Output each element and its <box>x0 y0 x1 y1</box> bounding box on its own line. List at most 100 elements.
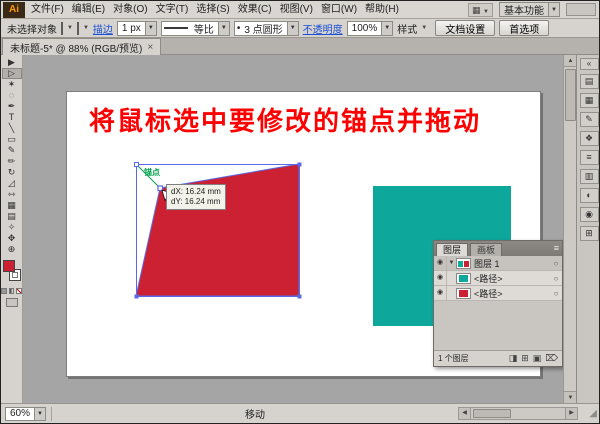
menu-item[interactable]: 帮助(H) <box>361 1 403 18</box>
stroke-panel-link[interactable]: 描边 <box>93 21 113 36</box>
lasso-tool[interactable]: ◌ <box>2 90 22 101</box>
canvas-area[interactable]: 将鼠标选中要修改的锚点并拖动 锚点 dX: 16.24 mm dY: 16.24… <box>23 55 563 403</box>
rectangle-tool[interactable]: ▭ <box>2 134 22 145</box>
appearance-panel-icon[interactable]: ◉ <box>579 207 599 222</box>
none-mode-icon[interactable] <box>16 288 23 294</box>
workspace-switcher[interactable]: 基本功能 ▼ <box>499 2 560 17</box>
fill-color-swatch[interactable] <box>61 21 63 35</box>
scale-tool[interactable]: ◿ <box>2 178 22 189</box>
tab-artboards[interactable]: 画板 <box>470 243 503 256</box>
expand-arrow-icon[interactable]: ▼ <box>447 260 456 266</box>
chevron-down-icon[interactable]: ▼ <box>67 25 73 31</box>
panel-menu-icon[interactable]: ≡ <box>554 241 559 256</box>
opacity-panel-link[interactable]: 不透明度 <box>303 21 343 36</box>
visibility-eye-icon[interactable]: ◉ <box>434 256 447 270</box>
scroll-right-icon[interactable]: ▶ <box>565 408 577 419</box>
menu-bar-corner-box[interactable] <box>566 3 596 16</box>
anchor-point[interactable] <box>297 162 302 167</box>
delete-layer-icon[interactable]: ⌦ <box>545 353 558 364</box>
target-circle-icon[interactable]: ○ <box>550 274 562 283</box>
visibility-eye-icon[interactable]: ◉ <box>434 271 447 285</box>
chevron-down-icon[interactable]: ▼ <box>83 25 89 31</box>
tab-layers[interactable]: 图层 <box>436 243 469 256</box>
horizontal-scrollbar-thumb[interactable] <box>473 409 511 418</box>
layer-row[interactable]: ◉ <路径> ○ <box>434 286 562 301</box>
gradient-tool[interactable]: ▤ <box>2 211 22 222</box>
status-bar: 60% ▼ 移动 ◀ ▶ ◢ <box>1 403 599 423</box>
color-panel-icon[interactable]: ▤ <box>579 74 599 89</box>
chevron-down-icon[interactable]: ▼ <box>421 25 427 31</box>
layer-name[interactable]: <路径> <box>474 272 550 285</box>
new-sublayer-icon[interactable]: ⊞ <box>521 353 529 364</box>
zoom-tool[interactable]: ⊕ <box>2 244 22 255</box>
horizontal-scrollbar[interactable]: ◀ ▶ <box>458 407 578 420</box>
rotate-tool[interactable]: ↻ <box>2 167 22 178</box>
scroll-left-icon[interactable]: ◀ <box>459 408 471 419</box>
dock-expand-icon[interactable]: « <box>579 58 599 70</box>
pen-tool[interactable]: ✒ <box>2 101 22 112</box>
menu-item[interactable]: 编辑(E) <box>68 1 109 18</box>
menu-item[interactable]: 选择(S) <box>192 1 233 18</box>
layers-panel-titlebar[interactable]: 图层 画板 ≡ <box>434 241 562 256</box>
stroke-panel-icon[interactable]: ≡ <box>579 150 599 165</box>
stroke-color-swatch[interactable] <box>76 21 79 35</box>
opacity-combo[interactable]: 100% ▼ <box>346 20 394 36</box>
layer-name[interactable]: 图层 1 <box>474 257 550 270</box>
layer-name[interactable]: <路径> <box>474 287 550 300</box>
new-layer-icon[interactable]: ▣ <box>533 353 542 364</box>
preferences-button[interactable]: 首选项 <box>499 20 550 36</box>
brush-definition-combo[interactable]: • 3 点圆形 ▼ <box>233 20 299 36</box>
make-clipping-mask-icon[interactable]: ◨ <box>509 353 518 364</box>
paintbrush-tool[interactable]: ✎ <box>2 145 22 156</box>
chevron-down-icon[interactable]: ▼ <box>144 21 156 35</box>
direct-selection-tool[interactable]: ▷ <box>1 68 22 79</box>
target-circle-icon[interactable]: ○ <box>550 259 562 268</box>
zoom-level-combo[interactable]: 60% ▼ <box>5 406 47 421</box>
symbols-panel-icon[interactable]: ❖ <box>579 131 599 146</box>
gradient-panel-icon[interactable]: ▥ <box>579 169 599 184</box>
chevron-down-icon[interactable]: ▼ <box>34 407 46 420</box>
arrange-documents-icon[interactable]: ▦ ▼ <box>468 2 493 17</box>
width-tool[interactable]: ⇿ <box>2 189 22 200</box>
magic-wand-tool[interactable]: ✶ <box>2 79 22 90</box>
vertical-scrollbar[interactable]: ▲ ▼ <box>563 55 577 403</box>
screen-mode-icon[interactable] <box>5 298 18 307</box>
menu-item[interactable]: 文字(T) <box>152 1 193 18</box>
menu-item[interactable]: 窗口(W) <box>317 1 361 18</box>
line-tool[interactable]: ╲ <box>2 123 22 134</box>
fill-color-swatch-toolbox[interactable] <box>3 260 15 272</box>
document-tab[interactable]: 未标题-5* @ 88% (RGB/预览) × <box>2 38 162 55</box>
visibility-eye-icon[interactable]: ◉ <box>434 286 447 300</box>
stroke-weight-combo[interactable]: 1 px ▼ <box>116 20 157 36</box>
menu-item[interactable]: 对象(O) <box>109 1 151 18</box>
anchor-point[interactable] <box>134 294 139 299</box>
transparency-panel-icon[interactable]: ◐ <box>579 188 599 203</box>
chevron-down-icon[interactable]: ▼ <box>217 21 229 35</box>
chevron-down-icon[interactable]: ▼ <box>381 21 393 35</box>
menu-item[interactable]: 文件(F) <box>27 1 68 18</box>
target-circle-icon[interactable]: ○ <box>550 289 562 298</box>
vertical-scrollbar-thumb[interactable] <box>564 69 576 121</box>
gradient-mode-icon[interactable] <box>8 288 15 294</box>
chevron-down-icon[interactable]: ▼ <box>286 21 298 35</box>
layer-row[interactable]: ◉ <路径> ○ <box>434 271 562 286</box>
selection-tool[interactable]: ▶ <box>2 57 22 68</box>
brushes-panel-icon[interactable]: ✎ <box>579 112 599 127</box>
pencil-tool[interactable]: ✏ <box>2 156 22 167</box>
color-mode-icon[interactable] <box>1 288 7 294</box>
layer-row[interactable]: ◉ ▼ 图层 1 ○ <box>434 256 562 271</box>
menu-item[interactable]: 效果(C) <box>234 1 276 18</box>
graphic-styles-panel-icon[interactable]: ⊞ <box>579 226 599 241</box>
eyedropper-tool[interactable]: ✧ <box>2 222 22 233</box>
tab-close-icon[interactable]: × <box>147 42 153 53</box>
type-tool[interactable]: T <box>2 112 22 123</box>
tool-list: ▶ ▷ ✶ ◌ ✒ T ╲ ▭ ✎ ✏ ↻ ◿ ⇿ ▦ ▤ ✧ ✥ ⊕ <box>1 55 22 255</box>
menu-item[interactable]: 视图(V) <box>276 1 317 18</box>
document-setup-button[interactable]: 文档设置 <box>435 20 496 36</box>
swatches-panel-icon[interactable]: ▦ <box>579 93 599 108</box>
anchor-point[interactable] <box>297 294 302 299</box>
resize-grip-icon[interactable]: ◢ <box>583 408 597 419</box>
width-profile-combo[interactable]: 等比 ▼ <box>160 20 230 36</box>
free-transform-tool[interactable]: ▦ <box>2 200 22 211</box>
hand-tool[interactable]: ✥ <box>2 233 22 244</box>
